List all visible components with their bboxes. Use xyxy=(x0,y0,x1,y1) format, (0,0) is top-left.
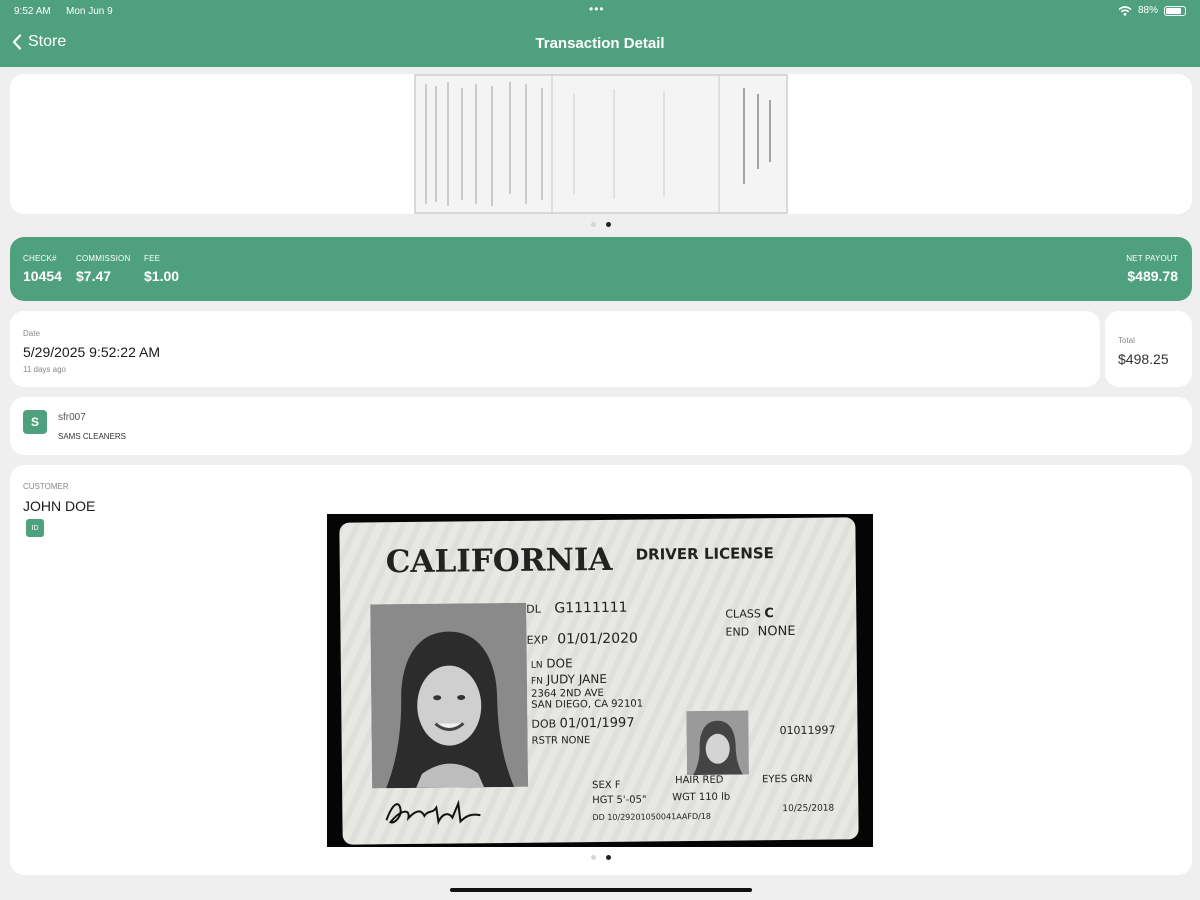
ghost-photo xyxy=(686,710,749,776)
class-row: CLASS C xyxy=(725,606,774,622)
customer-label: CUSTOMER xyxy=(23,482,69,491)
wgt-value: 110 lb xyxy=(698,791,731,803)
id-image[interactable]: CALIFORNIA DRIVER LICENSE DL G1111111 EX… xyxy=(327,514,873,847)
sex-label: SEX xyxy=(592,779,612,792)
check-number-value: 10454 xyxy=(23,268,62,284)
fee-stat: FEE $1.00 xyxy=(144,254,179,284)
dd-value: 10/29201050041AAFD/18 xyxy=(607,811,712,822)
customer-card: CUSTOMER JOHN DOE ID CALIFORNIA DRIVER L… xyxy=(10,465,1192,875)
battery-percent: 88% xyxy=(1137,5,1158,16)
license-state: CALIFORNIA xyxy=(385,541,613,581)
store-card[interactable]: S sfr007 SAMS CLEANERS xyxy=(10,397,1192,455)
payout-summary-card: CHECK# 10454 COMMISSION $7.47 FEE $1.00 … xyxy=(10,237,1192,301)
date-label: Date xyxy=(23,329,40,338)
date-value: 5/29/2025 9:52:22 AM xyxy=(23,344,160,360)
rstr-label: RSTR xyxy=(531,735,559,747)
ln-label: LN xyxy=(530,660,543,671)
fn-value: JUDY JANE xyxy=(546,671,607,687)
id-badge[interactable]: ID xyxy=(26,519,44,537)
license-photo xyxy=(370,602,529,789)
battery-icon xyxy=(1164,5,1186,16)
status-indicators: 88% xyxy=(1118,5,1186,16)
page-title: Transaction Detail xyxy=(535,35,665,52)
id-image-pager[interactable] xyxy=(591,855,611,860)
dd-row: DD 10/29201050041AAFD/18 xyxy=(592,812,711,822)
ln-value: DOE xyxy=(546,656,573,671)
check-image-card xyxy=(10,74,1192,214)
date-card: Date 5/29/2025 9:52:22 AM 11 days ago xyxy=(10,311,1100,387)
license-card: CALIFORNIA DRIVER LICENSE DL G1111111 EX… xyxy=(339,517,859,845)
dob-label: DOB xyxy=(531,717,557,731)
check-number-stat: CHECK# 10454 xyxy=(23,254,62,284)
multitasking-dots-icon[interactable]: ••• xyxy=(589,2,605,16)
exp-row: EXP 01/01/2020 xyxy=(526,630,638,648)
eyes-value: GRN xyxy=(790,773,813,786)
commission-stat: COMMISSION $7.47 xyxy=(76,254,130,284)
eyes-label: EYES xyxy=(761,774,788,786)
check-number-label: CHECK# xyxy=(23,254,57,263)
license-type: DRIVER LICENSE xyxy=(635,544,774,564)
dob-value: 01/01/1997 xyxy=(559,715,635,732)
status-date: Mon Jun 9 xyxy=(66,6,113,17)
customer-name: JOHN DOE xyxy=(23,498,96,514)
sex-row: SEX F xyxy=(592,780,621,791)
hgt-value: 5'-05" xyxy=(616,794,647,806)
end-row: END NONE xyxy=(725,624,795,640)
dl-number: G1111111 xyxy=(554,599,628,617)
end-label: END xyxy=(725,625,750,639)
wgt-row: WGT 110 lb xyxy=(672,792,730,804)
fee-value: $1.00 xyxy=(144,268,180,284)
check-image[interactable] xyxy=(414,74,788,214)
eyes-row: EYES GRN xyxy=(762,774,813,786)
issue-date: 10/25/2018 xyxy=(782,803,835,815)
pager-dot[interactable] xyxy=(591,855,596,860)
date-relative: 11 days ago xyxy=(23,365,66,374)
hair-label: HAIR xyxy=(674,774,700,787)
home-indicator[interactable] xyxy=(450,888,752,892)
fn-label: FN xyxy=(530,676,543,687)
total-label: Total xyxy=(1118,336,1135,345)
check-image-pager[interactable] xyxy=(591,222,611,227)
dob-row: DOB 01/01/1997 xyxy=(531,716,634,732)
commission-label: COMMISSION xyxy=(76,254,131,263)
class-label: CLASS xyxy=(725,607,761,621)
net-payout-label: NET PAYOUT xyxy=(1126,254,1178,263)
net-payout-stat: NET PAYOUT $489.78 xyxy=(1126,254,1178,284)
license-number-2: 01011997 xyxy=(779,723,836,738)
hair-row: HAIR RED xyxy=(675,775,724,787)
hair-value: RED xyxy=(702,774,724,786)
pager-dot[interactable] xyxy=(591,222,596,227)
hgt-row: HGT 5'-05" xyxy=(592,795,646,807)
exp-label: EXP xyxy=(526,633,548,647)
wifi-icon xyxy=(1118,5,1132,16)
status-time: 9:52 AM xyxy=(14,6,51,17)
commission-value: $7.47 xyxy=(76,268,112,284)
rstr-value: NONE xyxy=(561,735,591,747)
total-value: $498.25 xyxy=(1118,351,1169,367)
pager-dot-active[interactable] xyxy=(606,855,611,860)
dl-row: DL G1111111 xyxy=(526,600,627,617)
navigation-header: 9:52 AM Mon Jun 9 ••• 88% Store Transact… xyxy=(0,0,1200,67)
exp-value: 01/01/2020 xyxy=(557,630,638,648)
pager-dot-active[interactable] xyxy=(606,222,611,227)
address-line-2: SAN DIEGO, CA 92101 xyxy=(531,698,644,711)
name-block: LN DOE FN JUDY JANE 2364 2ND AVE SAN DIE… xyxy=(530,656,644,711)
store-name: SAMS CLEANERS xyxy=(58,432,127,441)
fee-label: FEE xyxy=(144,254,161,263)
end-value: NONE xyxy=(757,623,796,640)
store-code: sfr007 xyxy=(58,412,86,423)
rstr-row: RSTR NONE xyxy=(532,735,591,747)
store-avatar: S xyxy=(23,410,47,434)
class-value: C xyxy=(764,606,774,622)
net-payout-value: $489.78 xyxy=(1127,268,1178,284)
signature-image xyxy=(385,799,481,826)
dd-label: DD xyxy=(592,812,605,823)
sex-value: F xyxy=(614,779,621,791)
hgt-label: HGT xyxy=(592,794,614,807)
dl-label: DL xyxy=(526,602,541,616)
wgt-label: WGT xyxy=(672,791,696,804)
total-card: Total $498.25 xyxy=(1105,311,1192,387)
